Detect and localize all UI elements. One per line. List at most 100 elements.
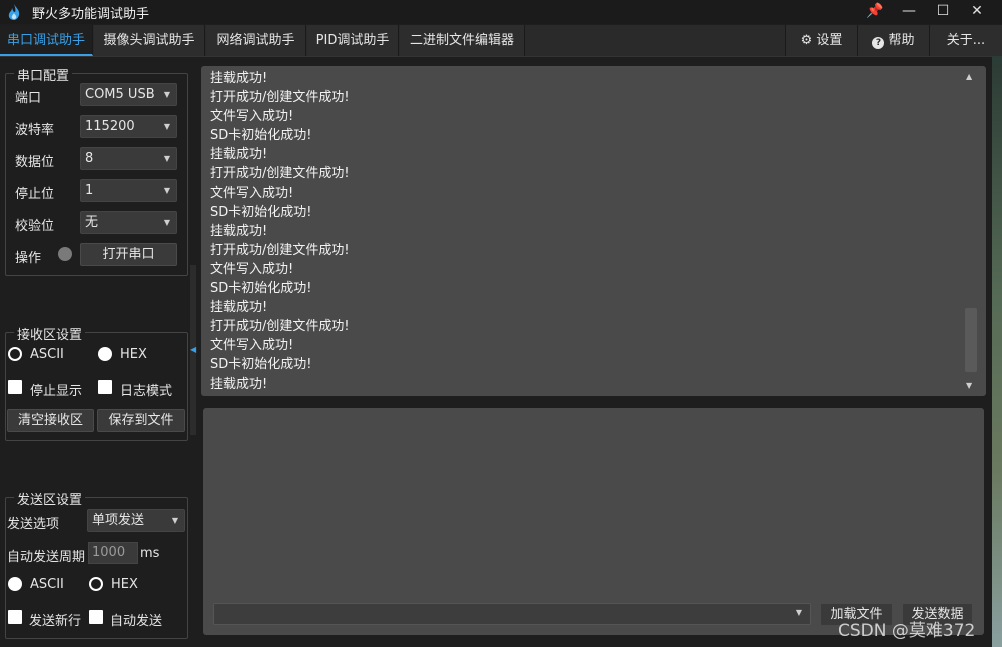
tab-serial[interactable]: 串口调试助手 <box>0 25 93 56</box>
send-hex-radio[interactable] <box>89 577 103 591</box>
baud-select[interactable]: 115200 ▼ <box>80 115 177 138</box>
scroll-thumb[interactable] <box>965 308 977 372</box>
stopbits-label: 停止位 <box>15 187 55 202</box>
chevron-down-icon: ▼ <box>795 608 802 617</box>
collapse-arrow-icon[interactable]: ◀ <box>190 345 196 354</box>
send-newline-label: 发送新行 <box>29 614 82 629</box>
auto-period-input[interactable]: 1000 <box>88 542 138 564</box>
send-option-label: 发送选项 <box>7 517 60 532</box>
clear-receive-button[interactable]: 清空接收区 <box>7 409 94 432</box>
log-line: 挂载成功! <box>210 147 268 163</box>
gear-icon: ⚙ <box>800 33 813 48</box>
send-ascii-label: ASCII <box>30 577 64 592</box>
recv-hex-radio[interactable] <box>98 347 112 361</box>
log-line: 打开成功/创建文件成功! <box>210 166 350 182</box>
stop-display-checkbox[interactable] <box>8 380 22 394</box>
chevron-down-icon: ▼ <box>163 154 170 163</box>
receive-scrollbar[interactable]: ▲ ▼ <box>964 72 978 390</box>
open-port-button[interactable]: 打开串口 <box>80 243 177 266</box>
databits-select[interactable]: 8 ▼ <box>80 147 177 170</box>
recv-hex-label: HEX <box>120 347 147 362</box>
tab-binary-editor[interactable]: 二进制文件编辑器 <box>400 25 525 56</box>
scroll-up-icon[interactable]: ▲ <box>966 72 972 81</box>
receive-log: 挂载成功! 打开成功/创建文件成功! 文件写入成功! SD卡初始化成功! 挂载成… <box>210 69 350 394</box>
log-line: 文件写入成功! <box>210 109 294 125</box>
baud-label: 波特率 <box>15 123 55 138</box>
minimize-button[interactable]: — <box>892 0 926 24</box>
settings-button[interactable]: ⚙ 设置 <box>785 25 857 56</box>
tab-pid[interactable]: PID调试助手 <box>307 25 399 56</box>
tab-bar: 串口调试助手 摄像头调试助手 网络调试助手 PID调试助手 二进制文件编辑器 ⚙… <box>0 25 1002 57</box>
help-button[interactable]: ? 帮助 <box>857 25 929 56</box>
receive-settings-title: 接收区设置 <box>14 324 86 343</box>
app-title: 野火多功能调试助手 <box>32 7 150 22</box>
chevron-down-icon: ▼ <box>163 186 170 195</box>
help-label: 帮助 <box>888 33 915 48</box>
period-unit-label: ms <box>140 546 160 561</box>
about-button[interactable]: 关于... <box>929 25 1002 56</box>
send-text-area[interactable]: ▼ 加载文件 发送数据 <box>203 408 984 635</box>
log-line: SD卡初始化成功! <box>210 281 312 297</box>
stopbits-select[interactable]: 1 ▼ <box>80 179 177 202</box>
stopbits-value: 1 <box>85 183 94 198</box>
parity-select[interactable]: 无 ▼ <box>80 211 177 234</box>
log-line: 文件写入成功! <box>210 185 294 201</box>
pin-icon[interactable]: 📌 <box>858 0 892 24</box>
operation-label: 操作 <box>15 251 42 266</box>
parity-label: 校验位 <box>15 219 55 234</box>
log-line: SD卡初始化成功! <box>210 204 312 220</box>
log-line: 打开成功/创建文件成功! <box>210 242 350 258</box>
chevron-down-icon: ▼ <box>163 218 170 227</box>
flame-logo-icon <box>8 4 20 20</box>
databits-label: 数据位 <box>15 155 55 170</box>
watermark: CSDN @莫难372 <box>838 621 976 641</box>
tab-network[interactable]: 网络调试助手 <box>206 25 306 56</box>
tab-camera[interactable]: 摄像头调试助手 <box>94 25 205 56</box>
log-mode-label: 日志模式 <box>120 384 173 399</box>
log-line: 挂载成功! <box>210 300 268 316</box>
databits-value: 8 <box>85 151 94 166</box>
receive-text-area[interactable]: 挂载成功! 打开成功/创建文件成功! 文件写入成功! SD卡初始化成功! 挂载成… <box>201 66 986 396</box>
port-label: 端口 <box>15 91 42 106</box>
port-select[interactable]: COM5 USB ▼ <box>80 83 177 106</box>
auto-send-checkbox[interactable] <box>89 610 103 624</box>
close-button[interactable]: ✕ <box>960 0 994 24</box>
stop-display-label: 停止显示 <box>30 384 83 399</box>
title-bar: 野火多功能调试助手 📌 — ☐ ✕ <box>0 0 1002 24</box>
send-option-select[interactable]: 单项发送 ▼ <box>87 509 185 532</box>
settings-label: 设置 <box>816 33 843 48</box>
log-line: 文件写入成功! <box>210 338 294 354</box>
log-line: 文件写入成功! <box>210 261 294 277</box>
send-history-select[interactable]: ▼ <box>213 603 811 625</box>
send-newline-checkbox[interactable] <box>8 610 22 624</box>
auto-period-label: 自动发送周期 <box>7 550 86 565</box>
baud-value: 115200 <box>85 119 135 134</box>
port-value: COM5 USB <box>85 87 155 102</box>
send-option-value: 单项发送 <box>92 513 145 528</box>
log-line: 挂载成功! <box>210 223 268 239</box>
scroll-down-icon[interactable]: ▼ <box>966 381 972 390</box>
send-settings-title: 发送区设置 <box>14 489 86 508</box>
log-line: 打开成功/创建文件成功! <box>210 319 350 335</box>
parity-value: 无 <box>85 215 99 230</box>
chevron-down-icon: ▼ <box>171 516 178 525</box>
serial-config-title: 串口配置 <box>14 65 73 84</box>
log-line: 挂载成功! <box>210 376 268 392</box>
chevron-down-icon: ▼ <box>163 122 170 131</box>
maximize-button[interactable]: ☐ <box>926 0 960 24</box>
log-mode-checkbox[interactable] <box>98 380 112 394</box>
auto-send-label: 自动发送 <box>110 614 163 629</box>
log-line: 打开成功/创建文件成功! <box>210 90 350 106</box>
recv-ascii-radio[interactable] <box>8 347 22 361</box>
recv-ascii-label: ASCII <box>30 347 64 362</box>
send-ascii-radio[interactable] <box>8 577 22 591</box>
help-icon: ? <box>872 37 885 49</box>
log-line: SD卡初始化成功! <box>210 128 312 144</box>
desktop-background-strip <box>992 56 1002 647</box>
port-status-indicator <box>58 247 72 261</box>
save-to-file-button[interactable]: 保存到文件 <box>97 409 185 432</box>
log-line: 挂载成功! <box>210 71 268 86</box>
send-hex-label: HEX <box>111 577 138 592</box>
log-line: SD卡初始化成功! <box>210 357 312 373</box>
chevron-down-icon: ▼ <box>163 90 170 99</box>
